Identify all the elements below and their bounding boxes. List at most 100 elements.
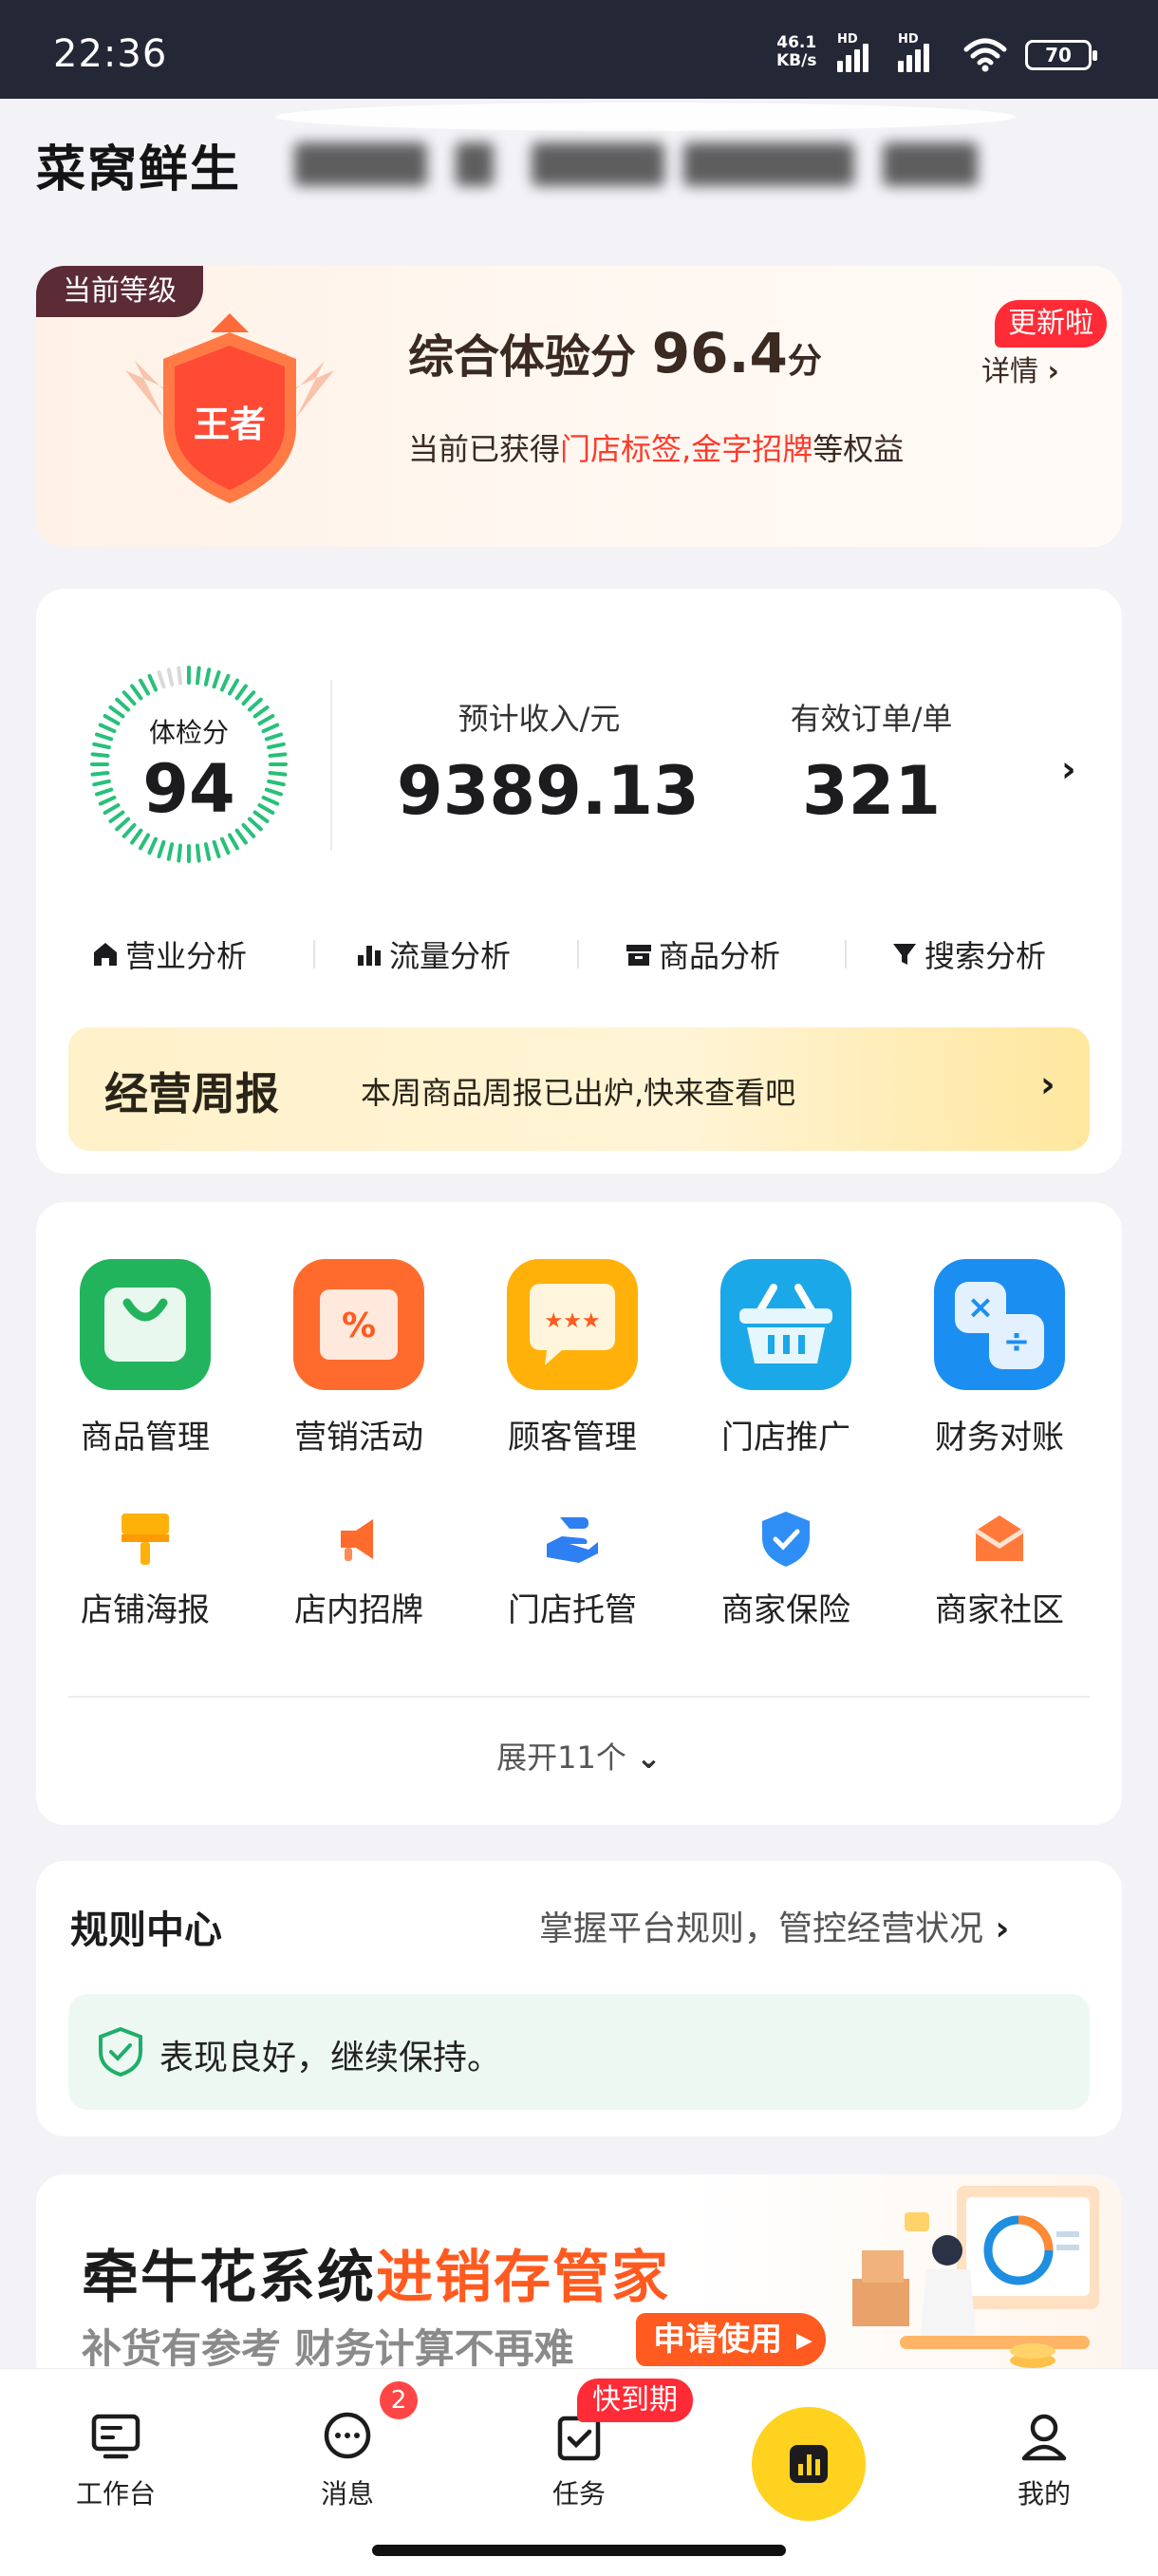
tab-label: 流量分析 <box>389 938 512 974</box>
chat-rating-icon: ★★★ <box>507 1259 638 1390</box>
rights-line: 当前已获得门店标签,金字招牌等权益 <box>408 425 904 469</box>
tool-store-hosting[interactable]: 门店托管 <box>482 1508 663 1630</box>
nav-label: 工作台 <box>75 2478 156 2510</box>
home-icon <box>94 943 117 966</box>
tool-store-poster[interactable]: 店铺海报 <box>55 1508 235 1630</box>
rights-sep: , <box>682 431 692 467</box>
tool-label: 营销活动 <box>294 1419 423 1457</box>
ring-tick <box>195 666 201 686</box>
chevron-right-icon: › <box>983 1909 1010 1948</box>
center-chart-button[interactable] <box>752 2407 866 2521</box>
tool-label: 财务对账 <box>935 1419 1064 1457</box>
workbench-icon <box>91 2414 140 2459</box>
status-time: 22:36 <box>53 32 168 76</box>
promo-title-a: 牵牛花系统 <box>82 2245 376 2311</box>
nav-workbench[interactable]: 工作台 <box>40 2411 192 2511</box>
header-overlay <box>275 103 1016 131</box>
tab-business-analysis[interactable]: 营业分析 <box>91 932 247 976</box>
score-prefix: 综合体验分 <box>408 330 637 384</box>
tab-label: 搜索分析 <box>925 938 1047 974</box>
ring-tick <box>177 666 183 686</box>
health-score-value: 94 <box>142 750 235 828</box>
orders-value[interactable]: 321 <box>729 752 1014 830</box>
score-line: 综合体验分 96.4分 <box>408 319 822 385</box>
mail-icon <box>974 1515 1025 1561</box>
ring-tick <box>139 678 150 696</box>
network-speed: 46.1 KB/s <box>776 34 816 70</box>
net-speed-value: 46.1 <box>776 33 817 52</box>
detail-link[interactable]: 详情 › <box>981 348 1059 389</box>
ring-tick <box>212 839 221 859</box>
rules-center-card[interactable]: 规则中心 掌握平台规则，管控经营状况 › 表现良好，继续保持。 <box>36 1861 1122 2136</box>
tool-label: 门店推广 <box>721 1419 850 1457</box>
coupon-icon: % <box>293 1259 424 1390</box>
tool-product-management[interactable]: 商品管理 <box>55 1255 235 1457</box>
nav-label: 我的 <box>1017 2478 1071 2510</box>
ring-tick <box>234 684 248 701</box>
home-indicator[interactable] <box>372 2545 786 2556</box>
tool-merchant-community[interactable]: 商家社区 <box>909 1508 1090 1630</box>
nav-profile[interactable]: 我的 <box>968 2411 1120 2511</box>
badge-text: 王者 <box>194 404 266 445</box>
right-store-tag: 门店标签 <box>560 431 682 467</box>
ring-tick <box>247 697 263 712</box>
message-icon <box>324 2412 371 2459</box>
calculator-icon: × ÷ <box>934 1259 1065 1390</box>
tab-separator <box>577 940 579 968</box>
ring-tick <box>195 843 201 863</box>
ring-tick <box>130 828 143 845</box>
promo-button-label: 申请使用 <box>653 2321 782 2359</box>
rules-subtitle-text: 掌握平台规则，管控经营状况 <box>539 1909 984 1948</box>
tool-in-store-sign[interactable]: 店内招牌 <box>269 1508 449 1630</box>
tools-divider <box>68 1696 1090 1698</box>
right-gold-sign: 金字招牌 <box>691 431 813 467</box>
filter-icon <box>893 944 916 965</box>
task-expiring-badge: 快到期 <box>577 2379 693 2422</box>
tool-finance-reconciliation[interactable]: × ÷ 财务对账 <box>909 1255 1090 1457</box>
profile-icon <box>1021 2414 1067 2461</box>
tool-merchant-insurance[interactable]: 商家保险 <box>696 1508 876 1630</box>
tool-store-promotion[interactable]: 门店推广 <box>696 1255 876 1457</box>
promo-banner[interactable]: 牵牛花系统进销存管家 补货有参考 财务计算不再难 申请使用 ▸ <box>36 2174 1122 2393</box>
tool-customer-management[interactable]: ★★★ 顾客管理 <box>482 1255 663 1457</box>
nav-messages[interactable]: 消息 <box>271 2411 423 2511</box>
tool-label: 商家社区 <box>935 1591 1064 1629</box>
redacted-text <box>532 142 664 186</box>
stats-divider <box>330 680 332 851</box>
level-card[interactable]: 当前等级 王者 综合体验分 96.4分 当前已获得门店标签,金字招牌等权益 详情… <box>36 266 1122 547</box>
hd-label: HD <box>837 32 858 47</box>
tool-label: 店内招牌 <box>294 1591 423 1629</box>
weekly-report-banner[interactable]: 经营周报 本周商品周报已出炉,快来查看吧 › <box>68 1027 1090 1151</box>
tab-search-analysis[interactable]: 搜索分析 <box>890 932 1046 976</box>
ring-tick <box>121 690 137 706</box>
chevron-right-icon[interactable]: › <box>1061 748 1076 790</box>
revenue-value[interactable]: 9389.13 <box>397 752 700 830</box>
ring-tick <box>177 843 183 863</box>
revenue-label: 预计收入/元 <box>458 701 621 737</box>
hand-icon <box>547 1517 598 1563</box>
tool-marketing[interactable]: % 营销活动 <box>269 1255 449 1457</box>
nav-tasks[interactable]: 任务 <box>503 2411 655 2511</box>
king-badge-icon: 王者 <box>125 313 334 503</box>
promo-title: 牵牛花系统进销存管家 <box>82 2231 670 2314</box>
expand-more-button[interactable]: 展开11个 ⌄ <box>36 1734 1122 1777</box>
store-name[interactable]: 菜窝鲜生 <box>36 129 241 200</box>
ring-tick <box>212 669 221 689</box>
ring-tick <box>166 668 175 686</box>
tab-product-analysis[interactable]: 商品分析 <box>625 932 780 976</box>
wifi-icon <box>963 38 1007 72</box>
ring-tick <box>228 678 239 696</box>
tool-label: 商家保险 <box>721 1591 850 1629</box>
signal-icon-2: HD <box>898 32 929 72</box>
tab-label: 商品分析 <box>659 938 781 974</box>
ring-tick <box>157 669 166 689</box>
score-value: 96.4 <box>651 321 788 385</box>
rules-status-text: 表现良好，继续保持。 <box>159 2039 502 2078</box>
ring-tick <box>139 833 150 851</box>
chevron-right-icon: › <box>1040 1063 1055 1105</box>
promo-apply-button[interactable]: 申请使用 ▸ <box>636 2313 826 2366</box>
ring-tick <box>234 828 248 845</box>
brush-icon <box>121 1514 169 1565</box>
tab-traffic-analysis[interactable]: 流量分析 <box>355 932 511 976</box>
rules-subtitle[interactable]: 掌握平台规则，管控经营状况 › <box>539 1901 1009 1950</box>
